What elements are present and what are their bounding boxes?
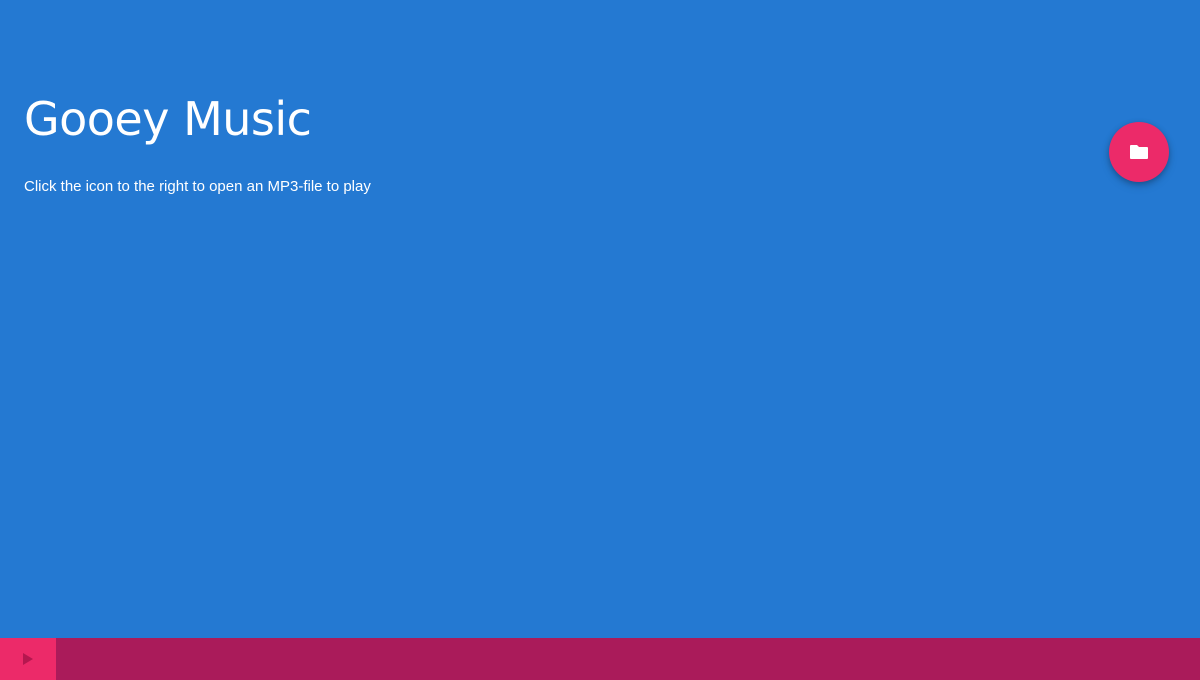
open-file-button[interactable] [1109,122,1169,182]
progress-track[interactable] [56,638,1200,680]
play-icon [22,652,34,666]
instructions-text: Click the icon to the right to open an M… [24,178,371,195]
folder-icon [1129,144,1149,160]
app-title: Gooey Music [24,92,312,146]
play-button[interactable] [0,638,56,680]
header: Gooey Music Click the icon to the right … [24,90,924,196]
player-bar [0,638,1200,680]
